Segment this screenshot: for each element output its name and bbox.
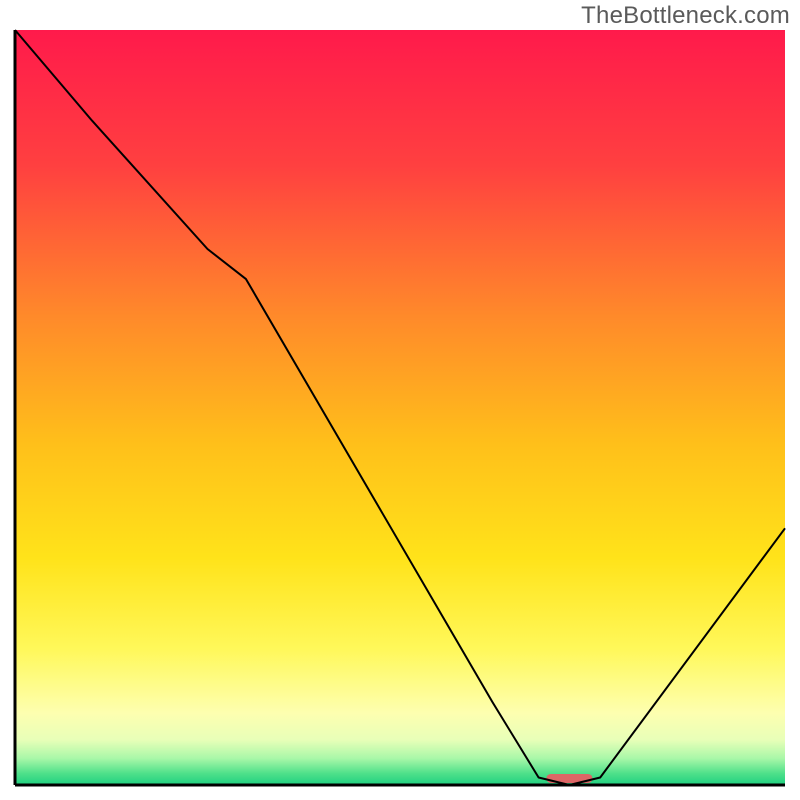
gradient-background [15, 30, 785, 785]
chart-canvas [0, 0, 800, 800]
